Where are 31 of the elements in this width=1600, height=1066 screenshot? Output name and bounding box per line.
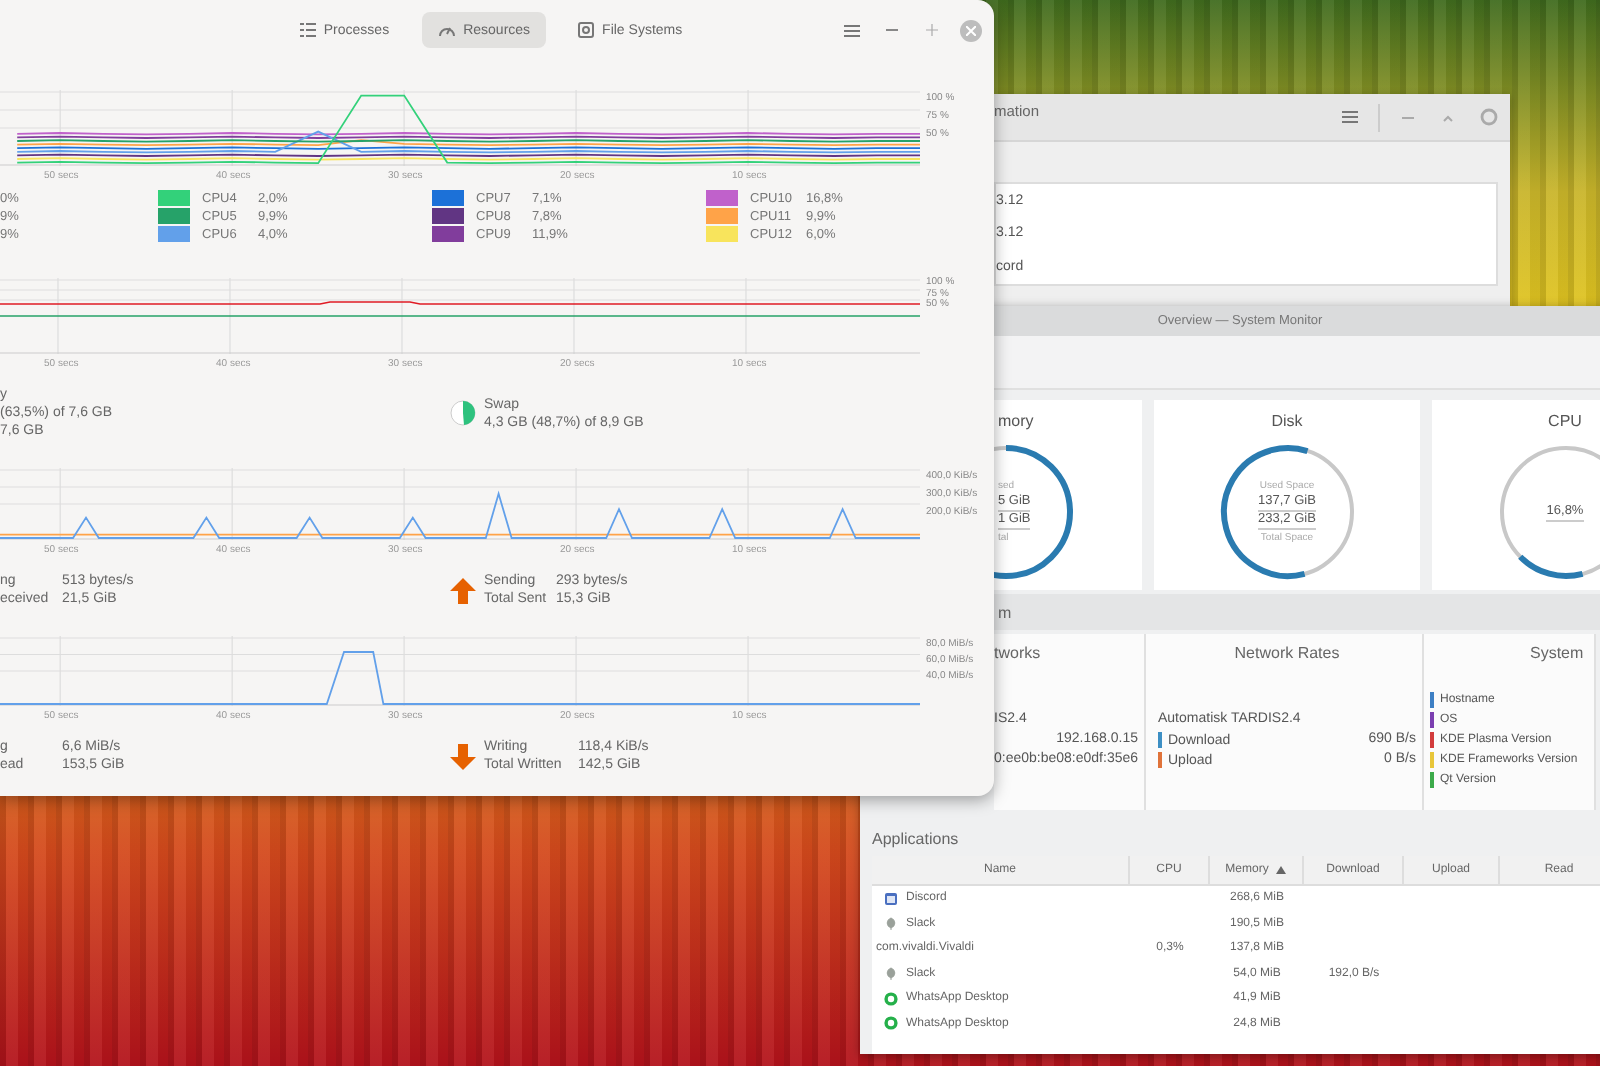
drive-icon [578,22,595,38]
close-button[interactable] [960,19,982,41]
close-button[interactable] [1476,105,1500,129]
card-title: CPU [1548,412,1582,430]
panel-title: System [1530,644,1584,662]
section-title: Applications [872,830,961,848]
ring-gauge [1219,444,1355,580]
circle-icon [1479,108,1497,126]
list-icon [299,22,316,38]
leaf-icon [884,916,898,931]
close-icon [966,25,976,35]
maximize-button[interactable] [920,18,944,42]
app-window-icon [884,891,898,906]
down-arrow-icon [450,743,476,769]
gauge-icon [437,22,456,38]
ring-gauge [1497,444,1600,580]
minus-icon [886,28,898,32]
menu-icon [844,23,860,37]
plus-icon [926,24,938,36]
chevron-up-icon [1442,113,1454,121]
up-arrow-icon [450,577,476,603]
panel-title: tworks [994,644,1041,662]
panel-title: Network Rates [1234,644,1340,662]
section-title: m [998,603,1012,621]
minus-icon [1402,115,1414,119]
menu-icon [1342,110,1358,124]
card-title: Disk [1271,412,1303,430]
card-title: mory [996,412,1034,430]
menu-button[interactable] [1338,105,1362,129]
swap-pie-chart [450,400,476,426]
leaf-icon [884,966,898,981]
